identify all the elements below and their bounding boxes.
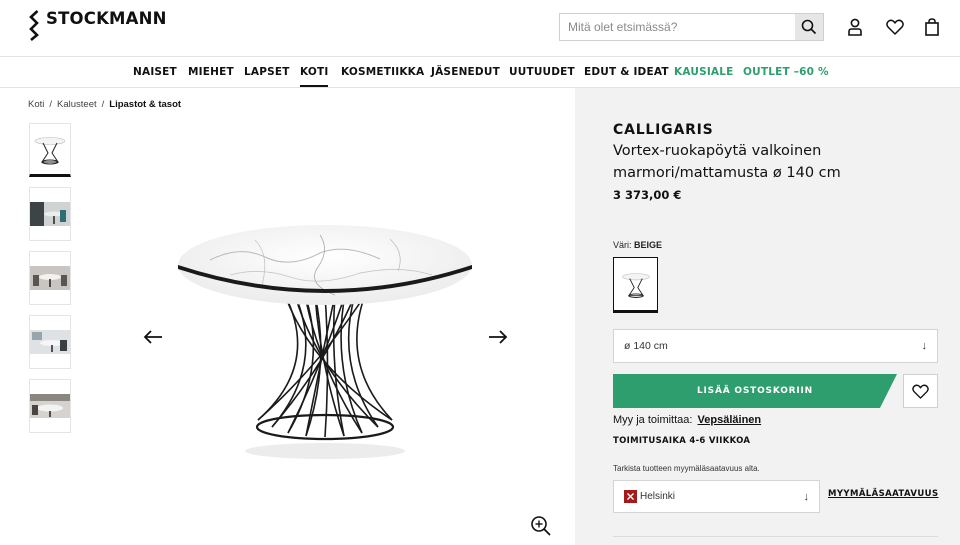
- nav-item-jasenedut[interactable]: JÄSENEDUT: [431, 66, 500, 78]
- breadcrumb-link-koti[interactable]: Koti: [28, 99, 44, 110]
- cart-button[interactable]: [922, 17, 942, 37]
- thumbnail-3[interactable]: [29, 251, 71, 305]
- wishlist-button[interactable]: [885, 17, 905, 37]
- product-image: [178, 225, 472, 459]
- nav-item-kosmetiikka[interactable]: KOSMETIIKKA: [341, 66, 424, 78]
- add-to-wishlist-button[interactable]: [903, 374, 938, 408]
- main-nav: NAISET MIEHET LAPSET KOTI KOSMETIIKKA JÄ…: [0, 57, 960, 88]
- nav-item-uutuudet[interactable]: UUTUUDET: [509, 66, 575, 78]
- store-marker-icon: [624, 490, 637, 503]
- heart-icon: [886, 19, 904, 35]
- nav-item-kausiale[interactable]: KAUSIALE: [674, 66, 734, 78]
- breadcrumb: Koti / Kalusteet / Lipastot & tasot: [28, 99, 181, 110]
- nav-item-edut-ideat[interactable]: EDUT & IDEAT: [584, 66, 669, 78]
- arrow-down-icon: ↓: [803, 490, 810, 503]
- arrow-down-icon: ↓: [921, 340, 928, 352]
- previous-image-button[interactable]: [142, 326, 164, 348]
- size-select[interactable]: ø 140 cm ↓: [613, 329, 938, 363]
- delivery-time: TOIMITUSAIKA 4-6 VIIKKOA: [613, 436, 751, 446]
- color-value: BEIGE: [634, 240, 663, 250]
- arrow-right-icon: [489, 330, 508, 344]
- thumbnail-5[interactable]: [29, 379, 71, 433]
- breadcrumb-current: Lipastot & tasot: [109, 99, 182, 110]
- color-label: Väri: BEIGE: [613, 240, 662, 250]
- thumbnail-4[interactable]: [29, 315, 71, 369]
- add-to-cart-button[interactable]: LISÄÄ OSTOSKORIIN: [613, 374, 897, 408]
- seller-label: Myy ja toimittaa:: [613, 414, 693, 426]
- nav-item-outlet[interactable]: OUTLET –60 %: [743, 66, 829, 78]
- next-image-button[interactable]: [487, 326, 509, 348]
- search-icon: [801, 19, 817, 35]
- product-brand[interactable]: CALLIGARIS: [613, 122, 714, 138]
- color-swatch-beige[interactable]: [613, 257, 658, 313]
- logo-mark-icon: [29, 10, 39, 41]
- store-select-value: Helsinki: [640, 491, 676, 502]
- search-input[interactable]: [560, 14, 795, 40]
- breadcrumb-link-kalusteet[interactable]: Kalusteet: [57, 99, 97, 110]
- thumbnail-image: [30, 202, 70, 226]
- nav-item-koti[interactable]: KOTI: [300, 66, 329, 87]
- thumbnail-image: [30, 266, 70, 290]
- stockmann-logo[interactable]: STOCKMANN: [28, 9, 167, 42]
- search-bar: [559, 13, 824, 41]
- breadcrumb-separator: /: [101, 99, 105, 110]
- panel-divider: [613, 536, 938, 537]
- thumbnail-list: [29, 123, 71, 443]
- thumbnail-image: [30, 394, 70, 418]
- swatch-image: [621, 273, 650, 298]
- color-label-text: Väri:: [613, 240, 632, 250]
- account-button[interactable]: [845, 17, 865, 37]
- zoom-in-icon: [531, 516, 551, 536]
- thumbnail-image: [30, 330, 70, 354]
- store-availability-link[interactable]: MYYMÄLÄSAATAVUUS: [828, 489, 938, 499]
- heart-icon: [912, 384, 929, 399]
- nav-item-naiset[interactable]: NAISET: [133, 66, 177, 78]
- logo-text: STOCKMANN: [46, 9, 167, 28]
- product-price: 3 373,00 €: [613, 188, 682, 202]
- search-button[interactable]: [795, 14, 823, 40]
- shopping-bag-icon: [925, 18, 939, 36]
- zoom-button[interactable]: [530, 515, 552, 537]
- breadcrumb-separator: /: [49, 99, 53, 110]
- thumbnail-2[interactable]: [29, 187, 71, 241]
- arrow-left-icon: [143, 330, 162, 344]
- thumbnail-image: [34, 137, 66, 165]
- nav-item-lapset[interactable]: LAPSET: [244, 66, 290, 78]
- store-select[interactable]: Helsinki ↓: [613, 480, 820, 513]
- product-name: Vortex-ruokapöytä valkoinen marmori/matt…: [613, 143, 841, 181]
- thumbnail-1[interactable]: [29, 123, 71, 177]
- availability-hint: Tarkista tuotteen myymäläsaatavuus alta.: [613, 464, 760, 473]
- nav-item-miehet[interactable]: MIEHET: [188, 66, 234, 78]
- seller-info: Myy ja toimittaa: Vepsäläinen: [613, 414, 761, 426]
- size-select-value: ø 140 cm: [624, 340, 668, 352]
- seller-link[interactable]: Vepsäläinen: [698, 414, 762, 426]
- site-header: STOCKMANN: [0, 0, 960, 57]
- user-icon: [848, 18, 862, 36]
